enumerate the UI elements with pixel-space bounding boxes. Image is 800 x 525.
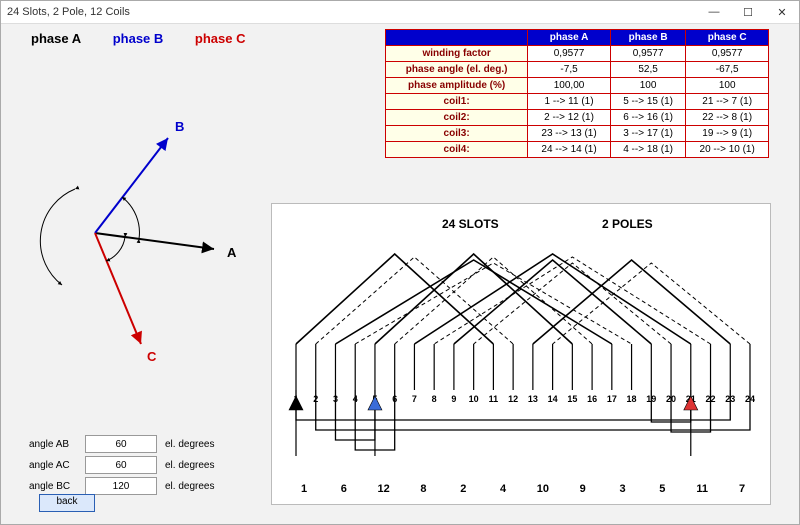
back-button[interactable]: back xyxy=(39,494,95,512)
cell-a: 23 --> 13 (1) xyxy=(528,126,611,142)
cell-c: 100 xyxy=(686,78,769,94)
svg-text:1: 1 xyxy=(301,483,307,495)
label-phase-b: phase B xyxy=(113,31,164,46)
svg-text:7: 7 xyxy=(739,483,745,495)
label-phase-c: phase C xyxy=(195,31,246,46)
svg-text:5: 5 xyxy=(659,483,665,495)
window-title: 24 Slots, 2 Pole, 12 Coils xyxy=(7,6,130,18)
cell-a: 0,9577 xyxy=(528,46,611,62)
phasor-c xyxy=(95,233,141,344)
cell-a: 100,00 xyxy=(528,78,611,94)
cell-c: -67,5 xyxy=(686,62,769,78)
cell-c: 19 --> 9 (1) xyxy=(686,126,769,142)
label-phase-a: phase A xyxy=(31,31,81,46)
svg-text:14: 14 xyxy=(548,394,558,404)
svg-text:11: 11 xyxy=(489,394,499,404)
cell-b: 100 xyxy=(610,78,685,94)
phasor-c-label: C xyxy=(147,349,157,363)
diagram-pole-title: 2 POLES xyxy=(602,217,653,231)
diagram-slot-title: 24 SLOTS xyxy=(442,217,499,231)
svg-text:9: 9 xyxy=(451,394,456,404)
th-c: phase C xyxy=(686,30,769,46)
phasor-b-label: B xyxy=(175,119,184,134)
cell-b: 52,5 xyxy=(610,62,685,78)
minimize-button[interactable]: — xyxy=(697,1,731,23)
cell-c: 20 --> 10 (1) xyxy=(686,142,769,158)
svg-text:16: 16 xyxy=(587,394,597,404)
phasor-diagram: A B C xyxy=(15,63,265,363)
cell-b: 3 --> 17 (1) xyxy=(610,126,685,142)
winding-table: phase A phase B phase C winding factor0,… xyxy=(385,29,769,158)
svg-text:11: 11 xyxy=(696,483,708,495)
angle-ac-unit: el. degrees xyxy=(165,460,214,471)
close-button[interactable]: ✕ xyxy=(765,1,799,23)
phasor-b xyxy=(95,138,168,233)
svg-text:10: 10 xyxy=(469,394,479,404)
cell-a: -7,5 xyxy=(528,62,611,78)
phasor-a xyxy=(95,233,214,249)
row-head: coil3: xyxy=(386,126,528,142)
row-head: coil2: xyxy=(386,110,528,126)
angle-readout: angle AB el. degrees angle AC el. degree… xyxy=(29,435,214,498)
cell-c: 22 --> 8 (1) xyxy=(686,110,769,126)
svg-text:12: 12 xyxy=(508,394,518,404)
svg-text:3: 3 xyxy=(619,483,625,495)
svg-text:2: 2 xyxy=(460,483,466,495)
row-head: phase amplitude (%) xyxy=(386,78,528,94)
content-area: phase A phase B phase C A B C xyxy=(1,23,799,524)
cell-b: 5 --> 15 (1) xyxy=(610,94,685,110)
arc-bc xyxy=(40,189,75,285)
svg-text:4: 4 xyxy=(500,483,507,495)
th-b: phase B xyxy=(610,30,685,46)
cell-a: 1 --> 11 (1) xyxy=(528,94,611,110)
row-head: coil4: xyxy=(386,142,528,158)
svg-text:8: 8 xyxy=(432,394,437,404)
svg-text:9: 9 xyxy=(580,483,586,495)
svg-text:18: 18 xyxy=(627,394,637,404)
row-head: winding factor xyxy=(386,46,528,62)
svg-text:6: 6 xyxy=(341,483,347,495)
angle-ab-unit: el. degrees xyxy=(165,439,214,450)
svg-text:8: 8 xyxy=(420,483,426,495)
th-a: phase A xyxy=(528,30,611,46)
svg-text:12: 12 xyxy=(378,483,390,495)
svg-text:17: 17 xyxy=(607,394,617,404)
svg-text:10: 10 xyxy=(537,483,549,495)
svg-text:15: 15 xyxy=(567,394,577,404)
angle-ab-input[interactable] xyxy=(85,435,157,453)
winding-diagram: 24 SLOTS 2 POLES 12345678910111213141516… xyxy=(271,203,771,505)
row-head: phase angle (el. deg.) xyxy=(386,62,528,78)
titlebar: 24 Slots, 2 Pole, 12 Coils — ☐ ✕ xyxy=(1,1,799,24)
cell-a: 2 --> 12 (1) xyxy=(528,110,611,126)
arc-ac xyxy=(106,237,125,261)
cell-b: 6 --> 16 (1) xyxy=(610,110,685,126)
cell-c: 21 --> 7 (1) xyxy=(686,94,769,110)
th-blank xyxy=(386,30,528,46)
arc-ab xyxy=(122,197,139,239)
maximize-button[interactable]: ☐ xyxy=(731,1,765,23)
angle-ac-label: angle AC xyxy=(29,460,85,471)
angle-bc-unit: el. degrees xyxy=(165,481,214,492)
cell-c: 0,9577 xyxy=(686,46,769,62)
angle-ac-input[interactable] xyxy=(85,456,157,474)
phasor-a-label: A xyxy=(227,245,237,260)
angle-bc-input[interactable] xyxy=(85,477,157,495)
svg-text:13: 13 xyxy=(528,394,538,404)
svg-text:7: 7 xyxy=(412,394,417,404)
cell-b: 0,9577 xyxy=(610,46,685,62)
cell-b: 4 --> 18 (1) xyxy=(610,142,685,158)
angle-ab-label: angle AB xyxy=(29,439,85,450)
row-head: coil1: xyxy=(386,94,528,110)
cell-a: 24 --> 14 (1) xyxy=(528,142,611,158)
phase-labels: phase A phase B phase C xyxy=(31,31,274,46)
angle-bc-label: angle BC xyxy=(29,481,85,492)
app-window: 24 Slots, 2 Pole, 12 Coils — ☐ ✕ phase A… xyxy=(0,0,800,525)
